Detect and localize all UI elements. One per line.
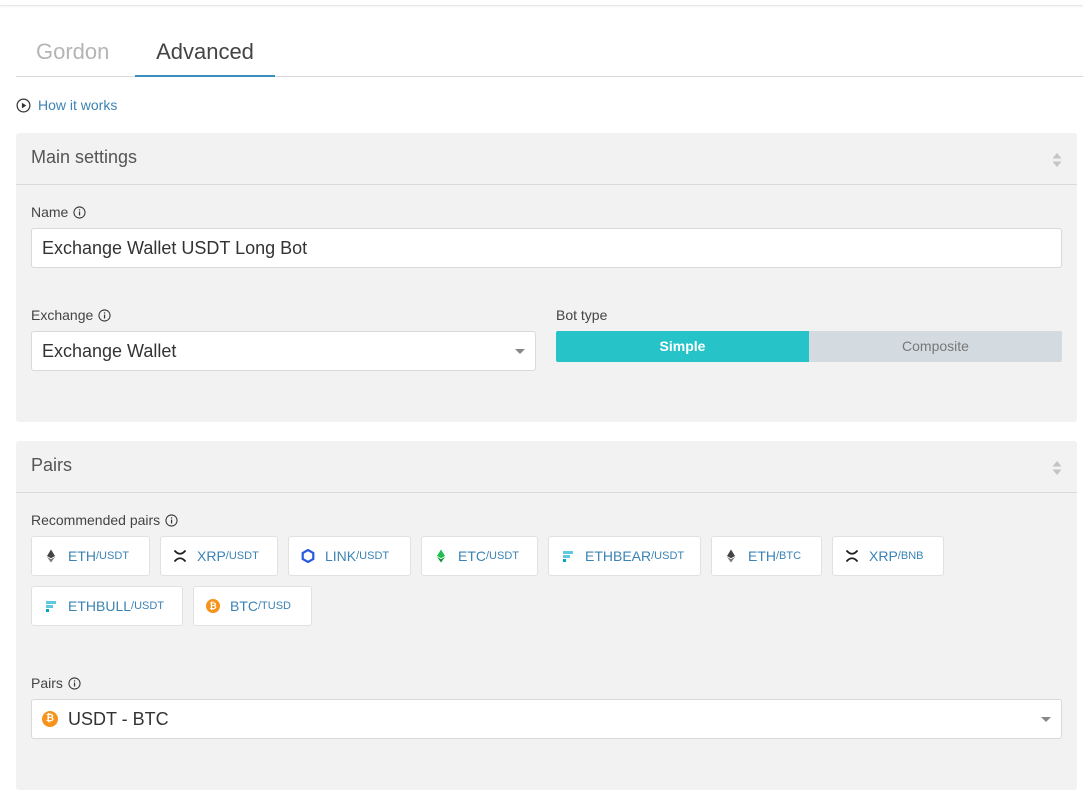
pair-base: ETHBULL xyxy=(68,598,132,614)
xrp-icon xyxy=(845,549,859,563)
pair-chip-ethbull-usdt[interactable]: ETHBULL/USDT xyxy=(31,586,183,626)
pair-chip-xrp-bnb[interactable]: XRP/BNB xyxy=(832,536,944,576)
pair-base: ETH xyxy=(748,548,776,564)
pair-quote: /USDT xyxy=(225,550,259,562)
how-it-works-label: How it works xyxy=(38,97,118,113)
pair-quote: /TUSD xyxy=(258,600,291,612)
pair-quote: /USDT xyxy=(486,550,519,562)
pair-chip-ethbear-usdt[interactable]: ETHBEAR/USDT xyxy=(548,536,701,576)
pair-base: ETC xyxy=(458,548,486,564)
pair-chip-link-usdt[interactable]: LINK/USDT xyxy=(288,536,411,576)
main-settings-header[interactable]: Main settings xyxy=(16,133,1077,185)
eth-icon xyxy=(727,549,735,563)
pairs-label-text: Pairs xyxy=(31,675,63,691)
bot-type-composite-button[interactable]: Composite xyxy=(809,331,1062,362)
pair-quote: /USDT xyxy=(356,550,390,562)
main-settings-panel: Main settings Name Exchange Wallet USDT … xyxy=(16,133,1077,422)
recommended-pairs-text: Recommended pairs xyxy=(31,512,161,528)
chevron-down-icon xyxy=(1041,717,1051,722)
btc-icon: ₿ xyxy=(206,599,220,613)
pair-quote: /BNB xyxy=(897,550,924,562)
pairs-header[interactable]: Pairs xyxy=(16,441,1077,493)
pair-chip-btc-tusd[interactable]: ₿ BTC/TUSD xyxy=(193,586,312,626)
how-it-works-link[interactable]: How it works xyxy=(16,96,117,114)
ftx-icon xyxy=(563,551,573,562)
pair-chip-eth-btc[interactable]: ETH/BTC xyxy=(711,536,822,576)
top-bar-edge xyxy=(0,0,1083,6)
pair-chip-etc-usdt[interactable]: ETC/USDT xyxy=(421,536,538,576)
chevron-down-icon xyxy=(515,349,525,354)
exchange-select-value: Exchange Wallet xyxy=(42,341,177,361)
bot-type-toggle: Simple Composite xyxy=(556,331,1062,362)
pairs-title: Pairs xyxy=(31,455,73,475)
btc-icon: ₿ xyxy=(42,711,58,727)
name-input[interactable]: Exchange Wallet USDT Long Bot xyxy=(31,228,1062,268)
info-icon[interactable] xyxy=(98,308,111,322)
pair-chip-eth-usdt[interactable]: ETH/USDT xyxy=(31,536,150,576)
name-label-text: Name xyxy=(31,204,69,220)
info-icon[interactable] xyxy=(165,513,178,527)
main-settings-title: Main settings xyxy=(31,147,138,167)
exchange-field-label: Exchange xyxy=(31,307,111,323)
ftx-icon xyxy=(46,601,56,612)
pairs-select-value: USDT - BTC xyxy=(68,709,169,729)
exchange-label-text: Exchange xyxy=(31,307,94,323)
tab-bar: Gordon Advanced xyxy=(16,28,1083,77)
pairs-field-label: Pairs xyxy=(31,675,81,691)
info-icon[interactable] xyxy=(68,676,81,690)
pair-base: XRP xyxy=(197,548,226,564)
collapse-toggle-icon[interactable] xyxy=(1052,152,1062,168)
pairs-select[interactable]: ₿ USDT - BTC xyxy=(31,699,1062,739)
play-circle-icon xyxy=(16,98,31,112)
link-icon xyxy=(301,549,315,563)
pair-base: LINK xyxy=(325,548,357,564)
pair-base: ETH xyxy=(68,548,96,564)
etc-icon xyxy=(437,549,445,563)
eth-icon xyxy=(47,549,55,563)
xrp-icon xyxy=(173,549,187,563)
pair-base: ETHBEAR xyxy=(585,548,652,564)
recommended-pairs-label: Recommended pairs xyxy=(31,512,178,528)
pair-quote: /USDT xyxy=(131,600,165,612)
exchange-select[interactable]: Exchange Wallet xyxy=(31,331,536,371)
bot-type-label: Bot type xyxy=(556,307,608,323)
tab-advanced[interactable]: Advanced xyxy=(135,28,275,77)
pair-base: BTC xyxy=(230,598,258,614)
pair-quote: /BTC xyxy=(776,550,802,562)
name-field-label: Name xyxy=(31,204,86,220)
pair-chip-xrp-usdt[interactable]: XRP/USDT xyxy=(160,536,278,576)
info-icon[interactable] xyxy=(73,205,86,219)
collapse-toggle-icon[interactable] xyxy=(1052,460,1062,476)
pair-quote: /USDT xyxy=(96,550,129,562)
bot-type-simple-button[interactable]: Simple xyxy=(556,331,809,362)
pairs-panel: Pairs Recommended pairs ETH/USDT XRP/USD… xyxy=(16,441,1077,790)
pair-base: XRP xyxy=(869,548,898,564)
pair-quote: /USDT xyxy=(651,550,685,562)
tab-gordon[interactable]: Gordon xyxy=(36,28,109,77)
